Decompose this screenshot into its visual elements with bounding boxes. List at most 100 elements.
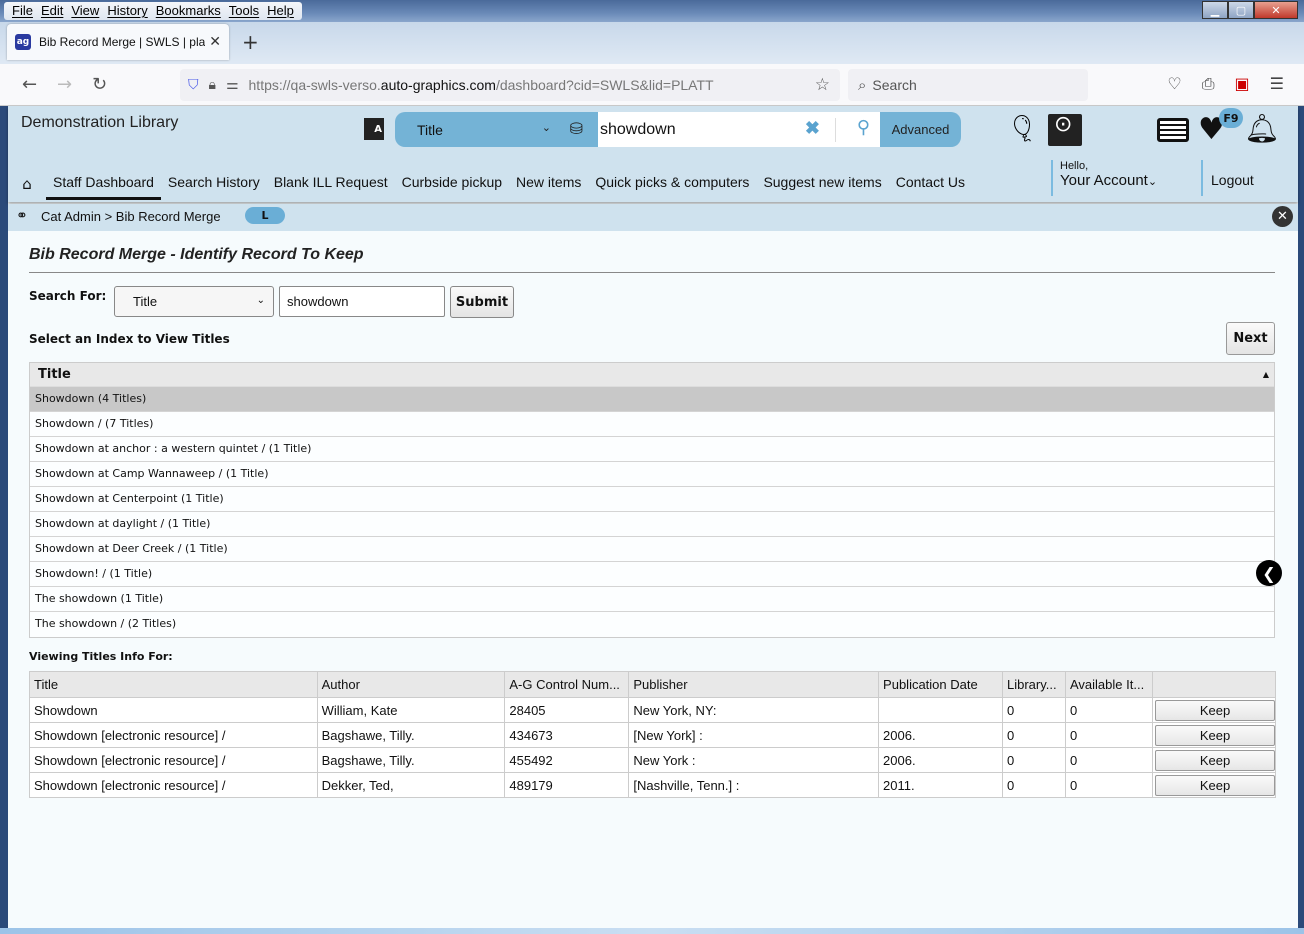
col-title[interactable]: Title — [29, 671, 318, 698]
index-row[interactable]: Showdown (4 Titles) — [30, 387, 1274, 412]
submit-button[interactable]: Submit — [450, 286, 514, 318]
nav-suggest-new-items[interactable]: Suggest new items — [756, 168, 888, 200]
keep-button[interactable]: Keep — [1155, 774, 1275, 796]
catalog-search-input[interactable]: showdown ✖ ⚲ — [598, 112, 880, 147]
menu-bar: File Edit View History Bookmarks Tools H… — [4, 2, 302, 20]
nav-quick-picks[interactable]: Quick picks & computers — [588, 168, 756, 200]
cell-control: 455492 — [504, 747, 630, 773]
index-row[interactable]: The showdown / (2 Titles) — [30, 612, 1274, 637]
cell-date: 2006. — [878, 747, 1003, 773]
close-icon[interactable]: ✕ — [1272, 206, 1293, 227]
library-name: Demonstration Library — [21, 114, 179, 131]
new-tab-icon[interactable]: + — [242, 30, 259, 54]
print-icon[interactable]: ⎙ — [1202, 74, 1215, 94]
index-row[interactable]: The showdown (1 Title) — [30, 587, 1274, 612]
browser-search-field[interactable]: ⌕ Search — [848, 69, 1088, 101]
search-term-input[interactable]: showdown — [279, 286, 445, 317]
index-column-header[interactable]: Title ▲ — [30, 363, 1274, 387]
index-row[interactable]: Showdown at daylight / (1 Title) — [30, 512, 1274, 537]
tab-close-icon[interactable]: ✕ — [209, 34, 221, 50]
account-label: Your Account⌄ — [1060, 172, 1158, 189]
col-library[interactable]: Library... — [1002, 671, 1066, 698]
col-control-number[interactable]: A-G Control Num... — [504, 671, 630, 698]
keep-button[interactable]: Keep — [1155, 749, 1275, 771]
shield-icon[interactable]: ⛉ — [188, 77, 199, 93]
minimize-button[interactable]: ▁ — [1202, 1, 1228, 19]
menu-history[interactable]: History — [103, 2, 151, 20]
chevron-down-icon: ⌄ — [256, 295, 265, 306]
menu-edit[interactable]: Edit — [37, 2, 67, 20]
tab-title: Bib Record Merge | SWLS | platt — [39, 35, 206, 49]
menu-view[interactable]: View — [67, 2, 103, 20]
nav-contact-us[interactable]: Contact Us — [889, 168, 972, 200]
nav-search-history[interactable]: Search History — [161, 168, 267, 200]
search-field-select[interactable]: Title ⌄ — [114, 286, 274, 317]
nav-curbside-pickup[interactable]: Curbside pickup — [395, 168, 509, 200]
col-publisher[interactable]: Publisher — [628, 671, 880, 698]
menu-tools[interactable]: Tools — [225, 2, 263, 20]
col-available-items[interactable]: Available It... — [1064, 671, 1154, 698]
lock-icon[interactable]: 🔒︎ — [209, 77, 216, 93]
l-badge[interactable]: L — [245, 207, 285, 224]
search-type-value: Title — [417, 121, 443, 138]
locate-item-icon[interactable] — [1048, 112, 1082, 146]
table-row: Showdown [electronic resource] / Bagshawe… — [29, 722, 1276, 748]
index-row[interactable]: Showdown at Deer Creek / (1 Title) — [30, 537, 1274, 562]
breadcrumb[interactable]: Cat Admin > Bib Record Merge — [41, 209, 221, 224]
hot-air-balloon-icon[interactable]: 🎈︎ — [1006, 114, 1039, 144]
search-icon[interactable]: ⚲ — [857, 117, 870, 138]
main-nav: ⌂ Staff Dashboard Search History Blank I… — [8, 168, 972, 200]
cell-available: 0 — [1064, 697, 1154, 723]
toolbar-icons: ♡ ⎙ ▣ ☰ — [1167, 74, 1284, 94]
nav-staff-dashboard[interactable]: Staff Dashboard — [46, 168, 161, 200]
keep-button[interactable]: Keep — [1155, 724, 1275, 746]
nav-blank-ill-request[interactable]: Blank ILL Request — [267, 168, 395, 200]
permissions-icon[interactable]: ⚌ — [226, 77, 239, 93]
list-icon[interactable] — [1157, 118, 1189, 142]
back-icon[interactable]: ← — [22, 74, 37, 95]
url-bar[interactable]: ⛉ 🔒︎ ⚌ https://qa-swls-verso.auto-graphi… — [180, 69, 840, 101]
index-row[interactable]: Showdown at anchor : a western quintet /… — [30, 437, 1274, 462]
search-icon: ⌕ — [858, 76, 867, 94]
pocket-icon[interactable]: ♡ — [1167, 74, 1181, 94]
mcafee-icon[interactable]: ▣ — [1235, 74, 1250, 94]
maximize-button[interactable]: ▢ — [1228, 1, 1254, 19]
col-publication-date[interactable]: Publication Date — [878, 671, 1003, 698]
window-close-button[interactable]: ✕ — [1254, 1, 1298, 19]
menu-file[interactable]: File — [8, 2, 37, 20]
forward-icon[interactable]: → — [57, 74, 72, 95]
index-row[interactable]: Showdown at Camp Wannaweep / (1 Title) — [30, 462, 1274, 487]
index-row[interactable]: Showdown / (7 Titles) — [30, 412, 1274, 437]
database-icon[interactable]: ⛁ — [570, 119, 583, 139]
advanced-search-button[interactable]: Advanced — [880, 112, 961, 147]
url-text[interactable]: https://qa-swls-verso.auto-graphics.com/… — [249, 77, 714, 93]
search-type-select[interactable]: Title ⌄ ⛁ — [395, 112, 595, 147]
home-icon[interactable]: ⌂ — [8, 175, 46, 193]
nav-new-items[interactable]: New items — [509, 168, 588, 200]
index-row[interactable]: Showdown! / (1 Title) — [30, 562, 1274, 587]
site-favicon-icon: ag — [15, 34, 31, 50]
account-menu[interactable]: Hello, Your Account⌄ — [1051, 160, 1157, 196]
app-menu-icon[interactable]: ☰ — [1270, 74, 1284, 94]
cell-author: Dekker, Ted, — [316, 772, 506, 798]
menu-help[interactable]: Help — [263, 2, 298, 20]
menu-bookmarks[interactable]: Bookmarks — [152, 2, 225, 20]
bookmark-star-icon[interactable]: ☆ — [815, 75, 830, 95]
col-action — [1152, 671, 1276, 698]
browser-tab[interactable]: ag Bib Record Merge | SWLS | platt ✕ — [7, 24, 229, 60]
translate-icon[interactable]: A — [364, 118, 384, 140]
sort-ascending-icon[interactable]: ▲ — [1263, 363, 1269, 387]
cell-author: Bagshawe, Tilly. — [316, 747, 506, 773]
reload-icon[interactable]: ↻ — [92, 74, 107, 95]
bell-icon[interactable]: 🔔︎ — [1244, 112, 1280, 145]
index-row[interactable]: Showdown at Centerpoint (1 Title) — [30, 487, 1274, 512]
site-header: Demonstration Library A Title ⌄ ⛁ showdo… — [8, 106, 1298, 202]
clear-search-icon[interactable]: ✖ — [805, 118, 820, 139]
cell-date — [878, 697, 1003, 723]
keep-button[interactable]: Keep — [1155, 699, 1275, 721]
next-button[interactable]: Next — [1226, 322, 1275, 355]
search-query: showdown — [600, 120, 676, 138]
col-author[interactable]: Author — [316, 671, 506, 698]
collapse-panel-icon[interactable]: ❮ — [1256, 560, 1282, 586]
logout-link[interactable]: Logout — [1201, 160, 1254, 196]
